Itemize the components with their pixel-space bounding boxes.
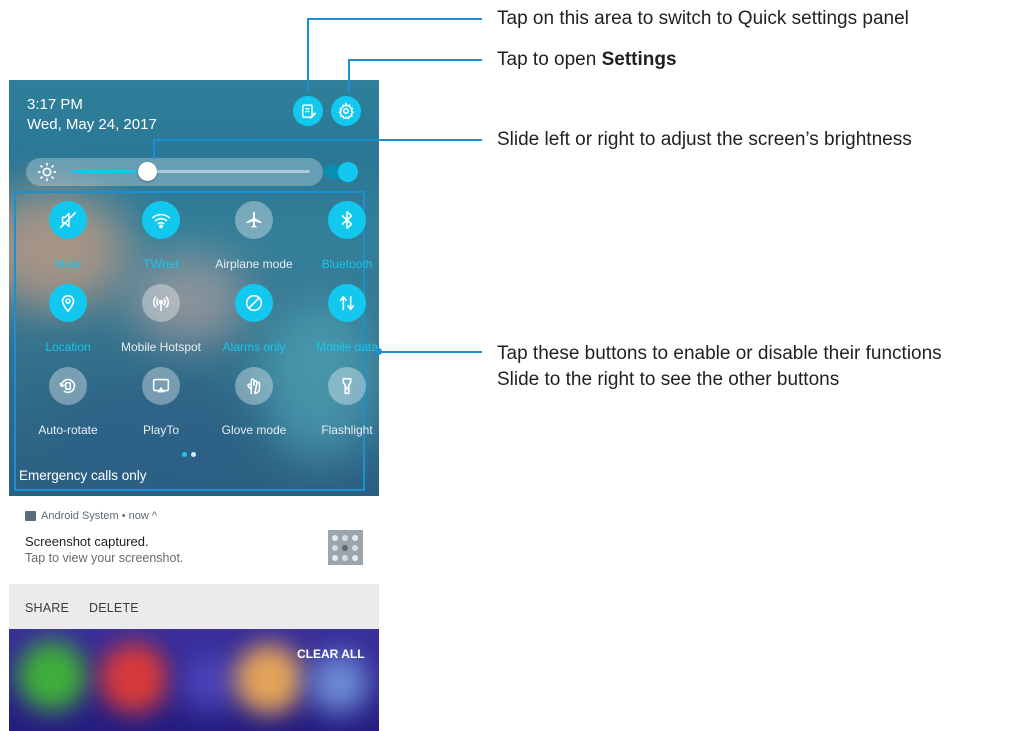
- tile-alarms-circle: [235, 284, 273, 322]
- tile-flashlight-label: Flashlight: [321, 423, 373, 437]
- tile-auto-rotate-label: Auto-rotate: [38, 423, 98, 437]
- tile-bluetooth[interactable]: Bluetooth: [301, 201, 379, 283]
- page-dot: [191, 452, 196, 457]
- location-icon: [61, 294, 75, 313]
- tile-airplane-label: Airplane mode: [215, 257, 293, 271]
- tile-bluetooth-circle: [328, 201, 366, 239]
- notification-title: Screenshot captured.: [25, 534, 149, 549]
- callout-text-settings-bold: Settings: [601, 49, 677, 70]
- edit-note-icon: [301, 103, 316, 119]
- wifi-icon: [151, 213, 171, 229]
- do-not-disturb-icon: [245, 294, 263, 312]
- gear-icon: [338, 102, 355, 120]
- clear-all-button[interactable]: CLEAR ALL: [297, 647, 365, 661]
- page-dot-active: [182, 452, 187, 457]
- tile-glove-mode[interactable]: Glove mode: [208, 367, 300, 449]
- clock-date: Wed, May 24, 2017: [27, 116, 157, 133]
- notification-app-line: Android System • now ^: [41, 510, 158, 522]
- recent-apps-strip: CLEAR ALL: [9, 629, 379, 731]
- flashlight-icon: [342, 377, 352, 395]
- hotspot-icon: [153, 296, 169, 312]
- airplane-icon: [246, 211, 262, 228]
- notification-shade: 3:17 PM Wed, May 24, 2017 Mute TWnet Air…: [9, 80, 379, 496]
- tile-playto[interactable]: PlayTo: [115, 367, 207, 449]
- tile-alarms[interactable]: Alarms only: [208, 284, 300, 366]
- tile-mobile-data[interactable]: Mobile data: [301, 284, 379, 366]
- tile-mute[interactable]: Mute: [22, 201, 114, 283]
- brightness-slider[interactable]: [71, 162, 310, 181]
- share-button[interactable]: SHARE: [25, 601, 69, 615]
- tile-wifi-circle: [142, 201, 180, 239]
- tile-glove-mode-circle: [235, 367, 273, 405]
- tile-location-label: Location: [45, 340, 91, 354]
- tile-auto-rotate-circle: [49, 367, 87, 405]
- settings-button[interactable]: [331, 96, 361, 126]
- mobile-data-icon: [339, 295, 355, 311]
- callout-line: [153, 139, 155, 159]
- tile-flashlight[interactable]: Flashlight: [301, 367, 379, 449]
- recent-app-blob: [17, 641, 87, 711]
- callout-text-settings-prefix: Tap to open: [497, 49, 602, 70]
- callout-text-quick-settings: Tap on this area to switch to Quick sett…: [497, 8, 909, 29]
- rotate-icon: [59, 378, 76, 394]
- tile-airplane-circle: [235, 201, 273, 239]
- recent-app-blob: [234, 644, 304, 714]
- brightness-fill: [71, 170, 148, 173]
- callout-line: [348, 59, 482, 61]
- tile-mute-label: Mute: [54, 257, 82, 271]
- callout-line: [348, 59, 350, 92]
- tile-hotspot-circle: [142, 284, 180, 322]
- phone-screen: 3:17 PM Wed, May 24, 2017 Mute TWnet Air…: [9, 80, 379, 731]
- callout-text-brightness: Slide left or right to adjust the screen…: [497, 129, 912, 150]
- recent-app-blob: [179, 651, 239, 711]
- callout-text-settings: Tap to open Settings: [497, 49, 677, 71]
- brightness-bar: [26, 158, 323, 186]
- tile-airplane[interactable]: Airplane mode: [208, 201, 300, 283]
- tile-location[interactable]: Location: [22, 284, 114, 366]
- emergency-calls-text: Emergency calls only: [19, 468, 147, 483]
- tile-glove-mode-label: Glove mode: [221, 423, 287, 437]
- screenshot-notification[interactable]: Android System • now ^ Screenshot captur…: [9, 496, 379, 630]
- notification-subtitle: Tap to view your screenshot.: [25, 551, 184, 565]
- tile-location-circle: [49, 284, 87, 322]
- tile-hotspot-label: Mobile Hotspot: [120, 340, 202, 354]
- callout-line: [307, 18, 309, 92]
- callout-line: [153, 139, 482, 141]
- clock-time: 3:17 PM: [27, 96, 83, 113]
- sun-icon: [37, 162, 57, 182]
- delete-button[interactable]: DELETE: [89, 601, 139, 615]
- tile-alarms-label: Alarms only: [222, 340, 286, 354]
- cast-icon: [152, 378, 170, 393]
- tile-wifi-label: TWnet: [143, 257, 179, 271]
- callout-line: [307, 18, 482, 20]
- bluetooth-icon: [341, 210, 353, 230]
- notification-actions: SHARE DELETE: [9, 584, 379, 630]
- mute-icon: [59, 211, 77, 229]
- glove-icon: [247, 378, 261, 395]
- callout-line: [379, 351, 482, 353]
- auto-brightness-toggle[interactable]: [324, 162, 358, 182]
- tile-bluetooth-label: Bluetooth: [321, 257, 373, 271]
- tile-playto-label: PlayTo: [142, 423, 180, 437]
- tile-mobile-data-label: Mobile data: [315, 340, 379, 354]
- tile-mobile-data-circle: [328, 284, 366, 322]
- tile-auto-rotate[interactable]: Auto-rotate: [22, 367, 114, 449]
- brightness-thumb[interactable]: [138, 162, 158, 181]
- recent-app-blob: [99, 643, 169, 713]
- callout-text-buttons-1: Tap these buttons to enable or disable t…: [497, 343, 942, 364]
- tile-hotspot[interactable]: Mobile Hotspot: [115, 284, 207, 366]
- image-icon: [25, 511, 36, 521]
- tile-mute-circle: [49, 201, 87, 239]
- edit-quick-settings-button[interactable]: [293, 96, 323, 126]
- screenshot-thumbnail[interactable]: [328, 530, 363, 565]
- screenshot-thumbnail-image: [328, 530, 363, 565]
- recent-app-blob: [309, 653, 369, 713]
- tile-flashlight-circle: [328, 367, 366, 405]
- toggle-knob: [338, 162, 358, 182]
- tile-playto-circle: [142, 367, 180, 405]
- tile-wifi[interactable]: TWnet: [115, 201, 207, 283]
- callout-text-buttons-2: Slide to the right to see the other butt…: [497, 369, 840, 390]
